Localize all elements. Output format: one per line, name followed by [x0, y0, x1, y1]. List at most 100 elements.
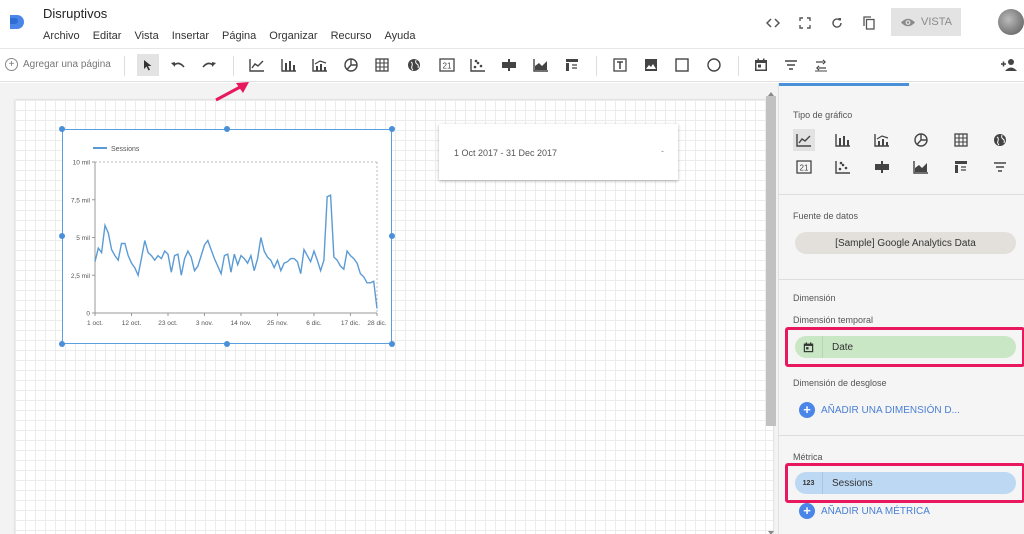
insert-bar-chart-button[interactable] [278, 54, 300, 76]
insert-scorecard-button[interactable]: 21 [436, 54, 458, 76]
chart-type-bar[interactable] [832, 129, 854, 151]
resize-handle[interactable] [389, 341, 395, 347]
section-divider [779, 435, 1024, 436]
chart-type-pie[interactable] [910, 129, 932, 151]
bar-chart-icon [835, 134, 850, 147]
metric-label: Métrica [793, 452, 823, 462]
filter-icon [785, 60, 797, 70]
menu-ayuda[interactable]: Ayuda [385, 30, 416, 42]
resize-handle[interactable] [59, 233, 65, 239]
menu-organizar[interactable]: Organizar [269, 30, 317, 42]
scroll-up-arrow-icon[interactable] [767, 85, 775, 96]
chart-type-area[interactable] [910, 156, 932, 178]
data-control-icon [815, 59, 827, 72]
scroll-down-arrow-icon[interactable] [767, 524, 775, 534]
combo-chart-icon [874, 134, 889, 147]
scatter-chart-icon [835, 161, 850, 174]
scorecard-icon: 21 [439, 58, 455, 72]
app-header: Disruptivos Archivo Editar Vista Inserta… [0, 0, 1024, 48]
svg-text:21: 21 [443, 62, 452, 71]
add-dimension-label: AÑADIR UNA DIMENSIÓN D... [821, 404, 960, 416]
date-range-caret[interactable]: - [661, 146, 664, 156]
resize-handle[interactable] [224, 341, 230, 347]
chart-type-pivot[interactable] [950, 156, 972, 178]
fullscreen-icon[interactable] [792, 14, 818, 32]
insert-time-series-button[interactable] [246, 54, 268, 76]
add-page-button[interactable]: + Agregar una página [5, 58, 111, 71]
toolbar-divider [124, 56, 125, 76]
insert-data-control-button[interactable] [810, 54, 832, 76]
svg-text:21: 21 [800, 164, 809, 173]
insert-table-button[interactable] [371, 54, 393, 76]
resize-handle[interactable] [59, 126, 65, 132]
breakdown-dimension-label: Dimensión de desglose [793, 378, 887, 388]
user-avatar[interactable] [998, 9, 1024, 35]
combo-chart-icon [312, 59, 327, 72]
select-tool-button[interactable] [137, 54, 159, 76]
x-tick-label: 14 nov. [231, 320, 252, 327]
add-metric-label: AÑADIR UNA MÉTRICA [821, 505, 930, 517]
time-series-chart[interactable]: Sessions 10 mil 7,5 mil 5 mil 2,5 mil 0 1 oct.… [62, 129, 392, 344]
chart-type-scatter[interactable] [832, 156, 854, 178]
resize-handle[interactable] [59, 341, 65, 347]
canvas-scrollbar[interactable] [766, 96, 776, 426]
insert-text-button[interactable] [609, 54, 631, 76]
area-chart-icon [913, 161, 928, 174]
resize-handle[interactable] [224, 126, 230, 132]
scatter-chart-icon [470, 59, 485, 72]
menu-recurso[interactable]: Recurso [331, 30, 372, 42]
add-metric-button[interactable]: + AÑADIR UNA MÉTRICA [799, 503, 930, 519]
insert-rectangle-button[interactable] [671, 54, 693, 76]
menu-vista[interactable]: Vista [134, 30, 158, 42]
menu-archivo[interactable]: Archivo [43, 30, 80, 42]
resize-handle[interactable] [389, 126, 395, 132]
chart-type-scorecard[interactable]: 21 [793, 156, 815, 178]
rectangle-icon [675, 58, 689, 72]
insert-date-range-button[interactable] [750, 54, 772, 76]
share-button[interactable] [998, 54, 1020, 76]
insert-bullet-chart-button[interactable] [498, 54, 520, 76]
insert-circle-button[interactable] [703, 54, 725, 76]
time-series-chart-icon [796, 134, 811, 147]
refresh-icon[interactable] [824, 14, 850, 32]
menu-editar[interactable]: Editar [93, 30, 122, 42]
undo-button[interactable] [167, 54, 189, 76]
pie-chart-icon [914, 133, 928, 147]
annotation-highlight-box [785, 327, 1024, 367]
toolbar: + Agregar una página 21 [0, 48, 1024, 82]
chart-type-filter[interactable] [989, 156, 1011, 178]
chart-type-combo[interactable] [871, 129, 893, 151]
x-tick-label: 3 nov. [196, 320, 213, 327]
chart-type-time-series[interactable] [793, 129, 815, 151]
header-actions [760, 14, 888, 32]
insert-pivot-table-button[interactable] [561, 54, 583, 76]
copy-report-icon[interactable] [856, 14, 882, 32]
insert-area-chart-button[interactable] [530, 54, 552, 76]
x-tick-label: 6 dic. [306, 320, 322, 327]
date-range-control[interactable]: 1 Oct 2017 - 31 Dec 2017 - [439, 124, 678, 180]
menu-pagina[interactable]: Página [222, 30, 256, 42]
resize-handle[interactable] [389, 233, 395, 239]
circle-icon [707, 58, 721, 72]
insert-filter-control-button[interactable] [780, 54, 802, 76]
chart-type-bullet[interactable] [871, 156, 893, 178]
report-title[interactable]: Disruptivos [43, 6, 107, 21]
insert-image-button[interactable] [640, 54, 662, 76]
insert-geo-map-button[interactable] [403, 54, 425, 76]
embed-code-icon[interactable] [760, 14, 786, 32]
app-logo-icon[interactable] [7, 12, 27, 32]
globe-icon [994, 134, 1006, 146]
y-tick-label: 0 [86, 311, 90, 318]
insert-pie-chart-button[interactable] [340, 54, 362, 76]
chart-type-table[interactable] [950, 129, 972, 151]
insert-combo-chart-button[interactable] [309, 54, 331, 76]
redo-icon [202, 62, 216, 68]
cursor-arrow-icon [144, 60, 152, 71]
chart-type-geo[interactable] [989, 129, 1011, 151]
data-source-chip[interactable]: [Sample] Google Analytics Data [795, 232, 1016, 254]
redo-button[interactable] [198, 54, 220, 76]
menu-insertar[interactable]: Insertar [172, 30, 209, 42]
insert-scatter-chart-button[interactable] [467, 54, 489, 76]
view-mode-button[interactable]: VISTA [891, 8, 961, 36]
add-dimension-button[interactable]: + AÑADIR UNA DIMENSIÓN D... [799, 402, 960, 418]
